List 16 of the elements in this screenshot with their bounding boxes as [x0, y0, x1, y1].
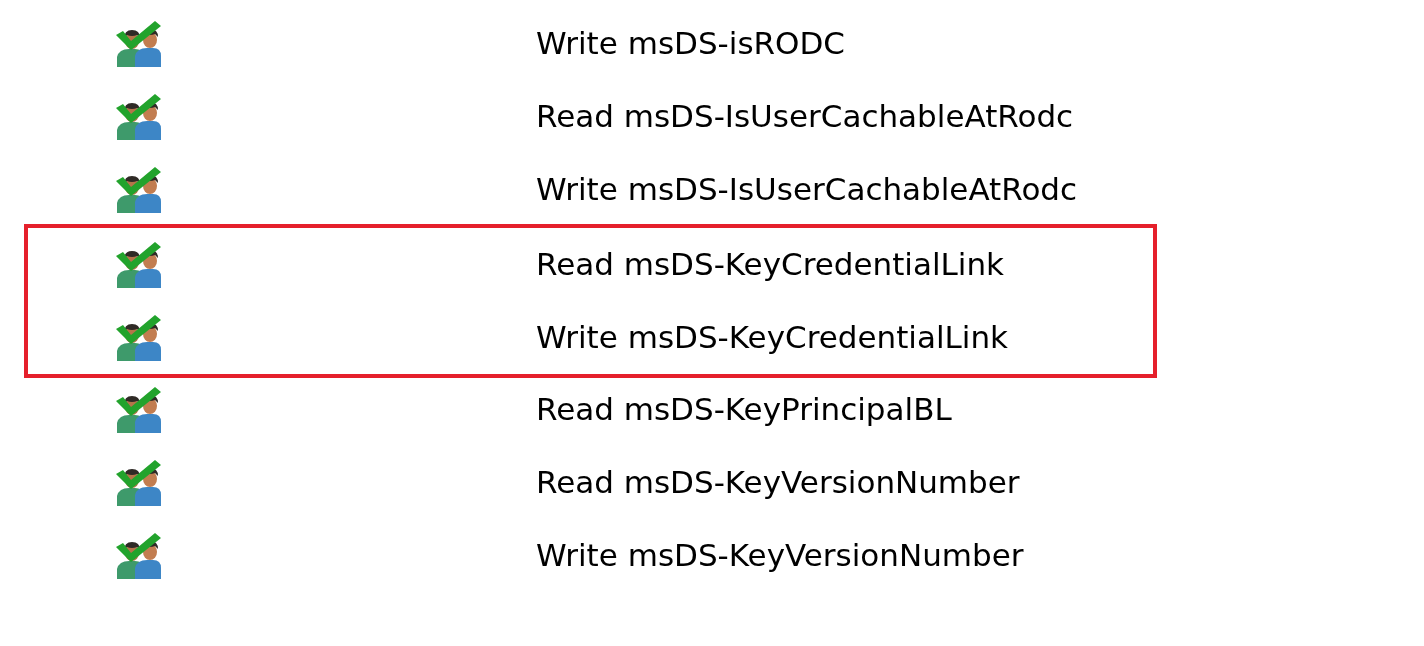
permission-label: Read msDS-KeyVersionNumber: [536, 463, 1020, 502]
users-check-icon: [115, 20, 163, 67]
permission-label: Write msDS-KeyVersionNumber: [536, 536, 1024, 575]
users-check-icon: [115, 386, 163, 433]
permission-label: Read msDS-KeyPrincipalBL: [536, 390, 952, 429]
permission-label: Write msDS-KeyCredentialLink: [536, 318, 1009, 357]
users-check-icon: [115, 532, 163, 579]
permission-label: Read msDS-IsUserCachableAtRodc: [536, 97, 1074, 136]
permission-label: Read msDS-KeyCredentialLink: [536, 245, 1005, 284]
users-check-icon: [115, 241, 163, 288]
users-check-icon: [115, 314, 163, 361]
users-check-icon: [115, 459, 163, 506]
permission-label: Write msDS-isRODC: [536, 24, 845, 63]
permission-label: Write msDS-IsUserCachableAtRodc: [536, 170, 1078, 209]
users-check-icon: [115, 166, 163, 213]
users-check-icon: [115, 93, 163, 140]
